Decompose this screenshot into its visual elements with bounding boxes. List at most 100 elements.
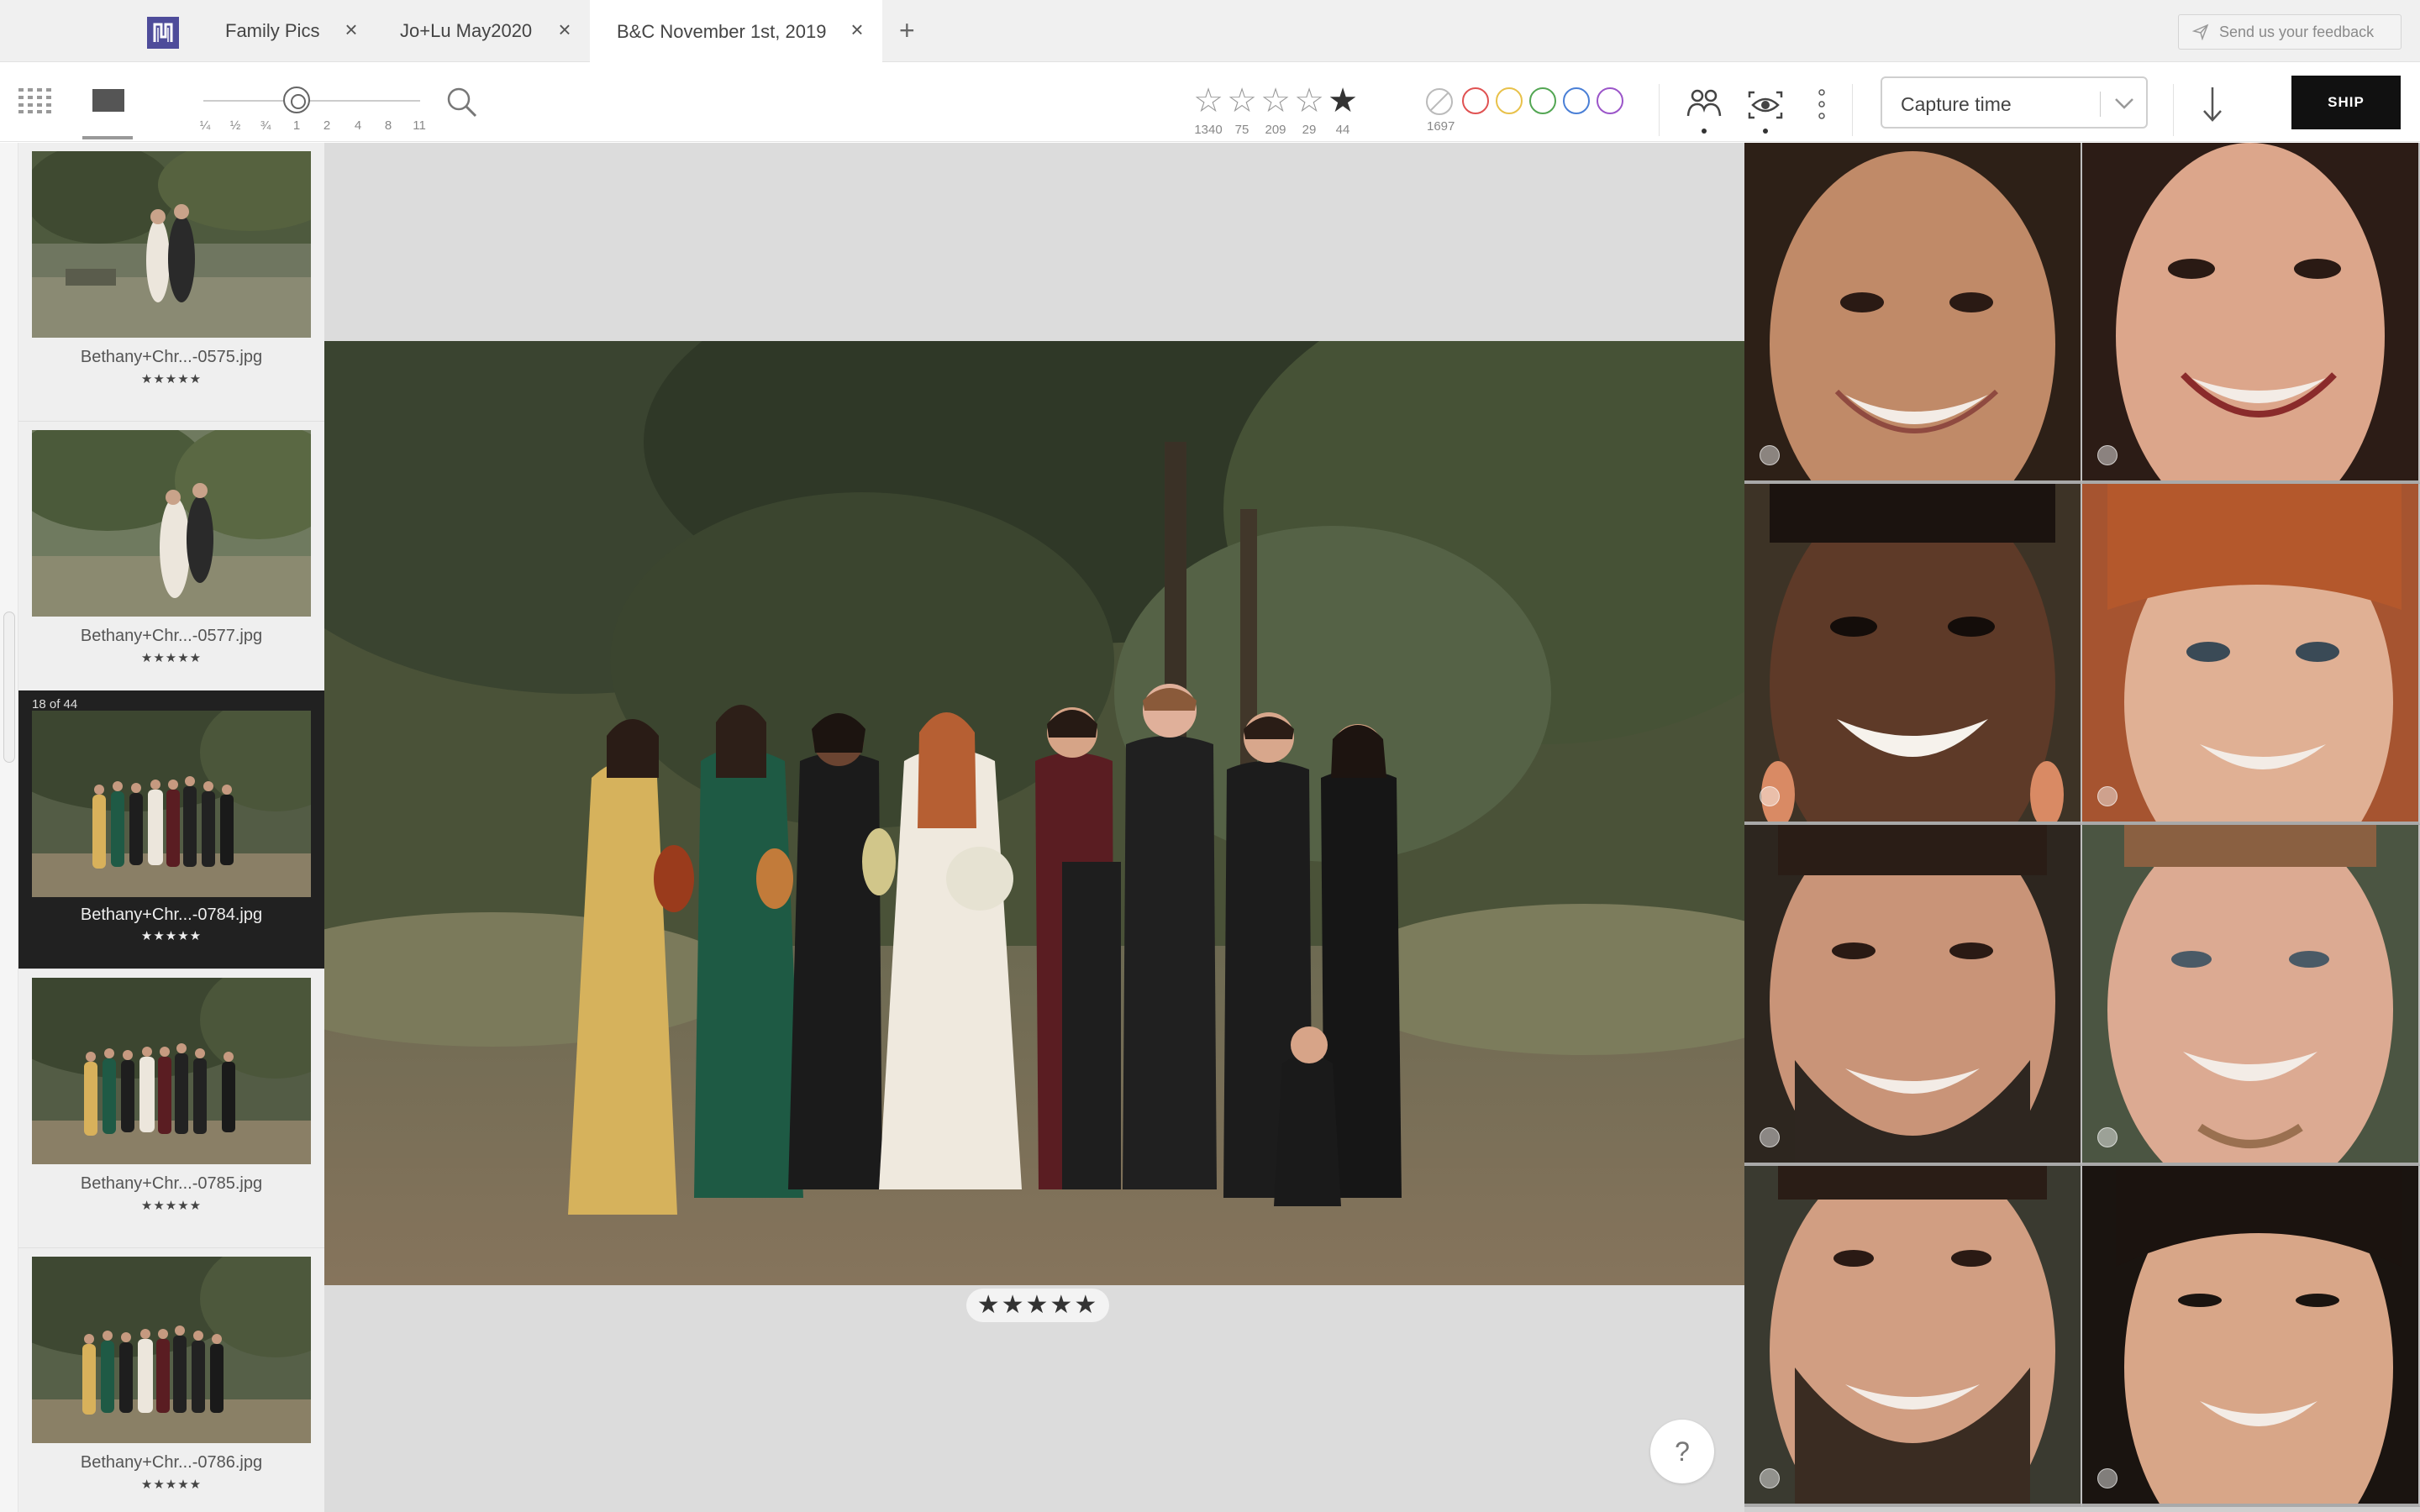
thumbnail-filename: Bethany+Chr...-0575.jpg [80, 348, 263, 366]
active-view-indicator [82, 136, 133, 139]
zoom-labels: ¼ ½ ¾ 1 2 4 8 11 [198, 118, 434, 135]
face-select-toggle[interactable] [2097, 1127, 2118, 1147]
thumbnail-rating: ★★★★★ [140, 1478, 203, 1492]
active-indicator-dot [1763, 129, 1768, 134]
thumbnail-filename: Bethany+Chr...-0785.jpg [80, 1174, 263, 1193]
face-select-toggle[interactable] [1760, 1127, 1780, 1147]
close-icon[interactable]: × [555, 18, 575, 40]
color-filter-blue[interactable] [1563, 87, 1590, 114]
star-icon: ☆ [1260, 82, 1291, 119]
color-filter-purple[interactable] [1597, 87, 1623, 114]
sort-value: Capture time [1901, 93, 2012, 115]
plus-icon[interactable]: + [899, 15, 915, 46]
rating-count: 29 [1302, 123, 1317, 137]
star-icon: ☆ [1193, 82, 1223, 119]
face-select-toggle[interactable] [1760, 786, 1780, 806]
zoom-label: ¾ [260, 118, 271, 133]
toolbar-divider [1659, 84, 1660, 136]
eye-icon[interactable] [1746, 89, 1785, 121]
send-icon [2192, 24, 2209, 40]
zoom-label: ¼ [199, 118, 211, 133]
single-view-icon[interactable] [92, 89, 124, 112]
tab-label: Jo+Lu May2020 [400, 20, 533, 41]
face-thumbnail[interactable] [2082, 484, 2420, 825]
rating-filter-1[interactable]: ☆ 1340 [1192, 84, 1225, 137]
star-icon: ★ [1328, 82, 1358, 119]
thumbnail-image [32, 430, 311, 617]
thumbnail-image [32, 1257, 311, 1443]
tab-bar: Family Pics × Jo+Lu May2020 × B&C Novemb… [0, 0, 2420, 63]
photo-rating[interactable]: ★★★★★ [966, 1289, 1109, 1322]
photo-viewer: ★★★★★ ? [324, 143, 1744, 1512]
main-photo[interactable] [324, 341, 1744, 1285]
face-thumbnail[interactable] [1744, 825, 2082, 1166]
close-icon[interactable]: × [341, 18, 361, 40]
no-color-icon[interactable] [1425, 87, 1454, 116]
rating-count: 1340 [1194, 123, 1223, 137]
rating-count: 209 [1265, 123, 1286, 137]
zoom-label: 2 [323, 118, 331, 133]
filmstrip-scrollbar[interactable] [0, 143, 18, 1512]
close-icon[interactable]: × [847, 18, 867, 40]
tab-family-pics[interactable]: Family Pics × [202, 0, 370, 62]
filmstrip-item-selected[interactable]: 18 of 44 Bethany+Chr...-0784.jpg ★★★★★ [18, 690, 324, 969]
tab-bc-november[interactable]: B&C November 1st, 2019 × [590, 0, 882, 63]
filmstrip: Bethany+Chr...-0575.jpg ★★★★★ Bethany+Ch… [0, 143, 324, 1512]
thumbnail-image [32, 151, 311, 338]
logo-icon[interactable] [147, 17, 179, 49]
face-thumbnail[interactable] [1744, 143, 2082, 484]
thumbnail-image [32, 711, 311, 897]
filmstrip-item[interactable]: Bethany+Chr...-0577.jpg ★★★★★ [18, 422, 324, 701]
color-filter-red[interactable] [1462, 87, 1489, 114]
face-thumbnail[interactable] [1744, 1166, 2082, 1507]
filmstrip-item[interactable]: Bethany+Chr...-0785.jpg ★★★★★ [18, 969, 324, 1248]
zoom-slider-handle[interactable] [283, 87, 310, 113]
thumbnail-rating: ★★★★★ [140, 929, 203, 943]
zoom-label: 1 [292, 118, 301, 133]
face-thumbnail[interactable] [2082, 143, 2420, 484]
toolbar-divider [2173, 84, 2174, 136]
scrollbar-thumb[interactable] [3, 612, 15, 763]
thumbnail-rating: ★★★★★ [140, 372, 203, 386]
thumbnail-image [32, 978, 311, 1164]
tab-jo-lu[interactable]: Jo+Lu May2020 × [387, 0, 588, 62]
zoom-slider-track[interactable] [203, 100, 420, 102]
active-indicator-dot [1702, 129, 1707, 134]
thumbnail-filename: Bethany+Chr...-0577.jpg [80, 627, 263, 645]
star-icon: ☆ [1294, 82, 1324, 119]
ship-button[interactable]: SHIP [2291, 76, 2401, 129]
no-color-count: 1697 [1427, 119, 1455, 134]
face-thumbnail[interactable] [1744, 484, 2082, 825]
zoom-label: 8 [384, 118, 392, 133]
star-icon: ☆ [1227, 82, 1257, 119]
color-filter-yellow[interactable] [1496, 87, 1523, 114]
search-icon[interactable] [445, 86, 479, 119]
filmstrip-item[interactable]: Bethany+Chr...-0575.jpg ★★★★★ [18, 143, 324, 422]
face-select-toggle[interactable] [2097, 445, 2118, 465]
rating-filter-5[interactable]: ★ 44 [1326, 84, 1360, 137]
help-icon[interactable]: ? [1650, 1420, 1714, 1483]
face-select-toggle[interactable] [1760, 1468, 1780, 1488]
color-filter-green[interactable] [1529, 87, 1556, 114]
rating-filter-3[interactable]: ☆ 209 [1259, 84, 1292, 137]
rating-filter-4[interactable]: ☆ 29 [1292, 84, 1326, 137]
rating-filter-2[interactable]: ☆ 75 [1225, 84, 1259, 137]
filmstrip-item[interactable]: Bethany+Chr...-0786.jpg ★★★★★ [18, 1248, 324, 1512]
thumbnail-rating: ★★★★★ [140, 1199, 203, 1213]
download-icon[interactable] [2200, 84, 2225, 124]
grid-icon[interactable] [18, 88, 52, 113]
more-icon[interactable] [1818, 87, 1825, 121]
face-thumbnail[interactable] [2082, 1166, 2420, 1507]
face-select-toggle[interactable] [2097, 786, 2118, 806]
chevron-down-icon [2115, 98, 2133, 109]
toolbar-divider [1852, 84, 1853, 136]
face-select-toggle[interactable] [2097, 1468, 2118, 1488]
feedback-button[interactable]: Send us your feedback [2178, 14, 2402, 50]
people-icon[interactable] [1686, 87, 1723, 121]
feedback-label: Send us your feedback [2219, 23, 2375, 40]
face-thumbnail[interactable] [2082, 825, 2420, 1166]
face-select-toggle[interactable] [1760, 445, 1780, 465]
select-divider [2100, 92, 2101, 117]
rating-count: 75 [1234, 123, 1249, 137]
sort-select[interactable]: Capture time [1881, 76, 2148, 129]
